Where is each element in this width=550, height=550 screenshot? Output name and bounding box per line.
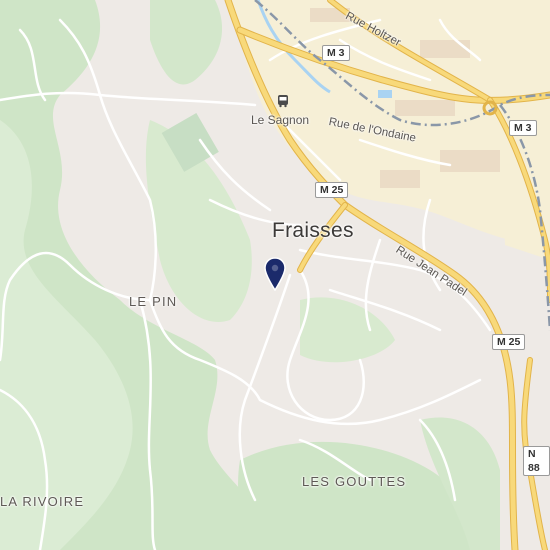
forest-area-northwest [150,0,223,85]
pool [378,90,392,98]
building-block [380,170,420,188]
locality-label-la-rivoire: LA RIVOIRE [0,494,85,509]
road-shield-m25-east: M 25 [492,334,526,350]
road-shield-m3-east: M 3 [509,120,537,136]
road-shield-n88: N 88 [523,446,550,476]
town-label-fraisses: Fraisses [272,219,354,242]
building-block [420,40,470,58]
locality-label-les-gouttes: LES GOUTTES [302,474,407,489]
place-label-le-sagnon: Le Sagnon [251,113,310,127]
road-shield-m25: M 25 [315,182,349,198]
building-block [440,150,500,172]
building-block [395,100,455,116]
road-shield-m3: M 3 [322,45,350,61]
map-view[interactable]: Fraisses LE PIN LA RIVOIRE LES GOUTTES L… [0,0,550,550]
location-pin-icon[interactable] [263,257,287,291]
bus-stop-icon[interactable] [276,94,290,108]
locality-label-le-pin: LE PIN [129,294,178,309]
